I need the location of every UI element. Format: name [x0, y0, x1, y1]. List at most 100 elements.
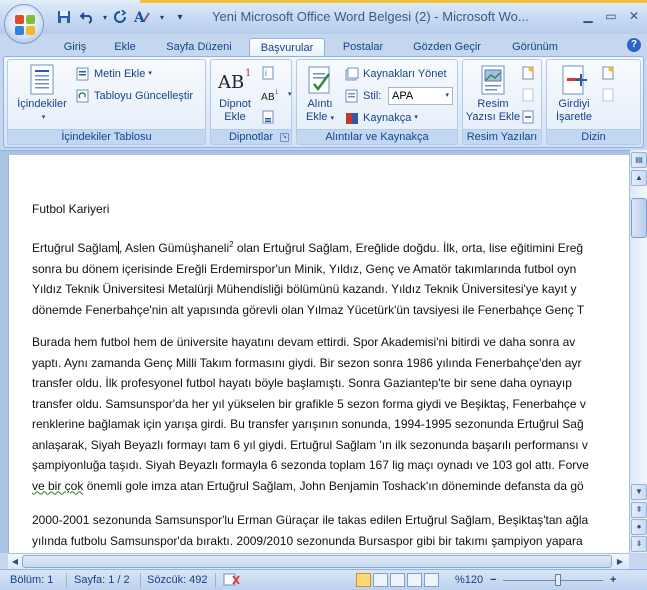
window-title: Yeni Microsoft Office Word Belgesi (2) -…	[212, 9, 529, 24]
tab-mailings[interactable]: Postalar	[333, 38, 393, 56]
group-label-citations: Alıntılar ve Kaynakça	[297, 129, 457, 144]
save-icon[interactable]	[54, 7, 74, 27]
close-icon[interactable]: ✕	[623, 7, 645, 25]
tab-view[interactable]: Görünüm	[500, 38, 570, 56]
ruler-toggle-icon[interactable]: ▤	[631, 152, 647, 168]
spelling-flag[interactable]: ve bir çok	[32, 479, 83, 493]
bibliography-button[interactable]: Kaynakça ▾	[345, 109, 418, 127]
zoom-slider-handle[interactable]	[555, 574, 561, 586]
word-window: ▾ A ▾ ▾ Yeni Microsoft Office Word Belge…	[0, 0, 647, 590]
chevron-down-icon: ▾	[414, 114, 418, 121]
draft-view-icon[interactable]	[424, 573, 439, 587]
toc-icon	[27, 64, 57, 96]
document-heading: Futbol Kariyeri	[32, 202, 110, 216]
tab-references[interactable]: Başvurular	[249, 38, 325, 56]
next-footnote-icon: AB 1	[261, 88, 281, 103]
customize-quick-access-icon[interactable]: ▾	[170, 7, 190, 27]
group-label-footnotes: Dipnotlar	[211, 129, 291, 144]
scroll-down-icon[interactable]: ▼	[631, 484, 647, 500]
citation-style-select[interactable]: APA ▾	[388, 87, 453, 105]
style-icon	[345, 89, 359, 103]
mark-entry-label-2: İşaretle	[555, 111, 593, 123]
zoom-in-button[interactable]: +	[610, 573, 616, 588]
update-table-icon	[76, 89, 90, 103]
print-layout-view-icon[interactable]	[356, 573, 371, 587]
footnote-icon: AB 1	[215, 64, 255, 96]
cross-reference-button[interactable]	[521, 108, 539, 126]
document-page[interactable]: Futbol Kariyeri Ertuğrul Sağlam, Aslen G…	[8, 155, 629, 554]
add-text-button[interactable]: Metin Ekle ▾	[76, 65, 152, 83]
status-page[interactable]: Sayfa: 1 / 2	[74, 573, 130, 588]
add-text-icon	[76, 67, 90, 81]
tab-home[interactable]: Giriş	[55, 38, 95, 56]
svg-text:1: 1	[275, 90, 279, 96]
zoom-slider[interactable]	[503, 580, 603, 581]
vertical-scrollbar[interactable]: ▤ ▲ ▼ ⇞ ● ⇟	[629, 150, 647, 553]
redo-icon[interactable]	[110, 7, 130, 27]
show-notes-icon	[261, 110, 275, 124]
insert-citation-button[interactable]: Alıntı Ekle ▾	[299, 64, 341, 125]
citation-style-value: APA	[392, 90, 414, 102]
insert-caption-label-1: Resim	[477, 98, 509, 110]
text-line: yılında futbolu Samsunspor'da bıraktı. 2…	[32, 533, 583, 548]
web-layout-view-icon[interactable]	[390, 573, 405, 587]
chevron-down-icon: ▾	[288, 91, 292, 98]
outline-view-icon[interactable]	[407, 573, 422, 587]
mark-entry-button[interactable]: Girdiyi İşaretle	[549, 64, 599, 124]
text-line: anlaşarak, Siyah Beyazlı formayı tam 6 y…	[32, 437, 588, 452]
format-dropdown-icon[interactable]: ▾	[152, 7, 172, 27]
horizontal-scroll-thumb[interactable]	[22, 555, 612, 568]
tab-page-layout[interactable]: Sayfa Düzeni	[157, 38, 241, 56]
full-screen-reading-view-icon[interactable]	[373, 573, 388, 587]
update-index-button[interactable]	[601, 86, 619, 104]
endnote-icon: i	[261, 66, 275, 80]
next-footnote-button[interactable]: AB 1 ▾	[261, 86, 292, 104]
scroll-right-icon[interactable]: ▶	[614, 555, 626, 568]
zoom-out-button[interactable]: −	[490, 573, 496, 588]
insert-index-button[interactable]	[601, 64, 619, 82]
paragraph-3: 2000-2001 sezonunda Samsunspor'lu Erman …	[32, 510, 588, 551]
zoom-level[interactable]: %120	[455, 573, 483, 588]
group-index: Girdiyi İşaretle Dizin	[546, 59, 641, 145]
vertical-scroll-thumb[interactable]	[631, 198, 647, 238]
show-notes-button[interactable]	[261, 108, 279, 126]
text-line: transfer oldu. İlk profesyonel futbol ha…	[32, 376, 572, 390]
previous-page-icon[interactable]: ⇞	[631, 502, 647, 518]
group-table-of-contents: İçindekiler ▾ Metin Ekle ▾ Tabloyu Güncel…	[7, 59, 206, 145]
caption-icon	[478, 64, 508, 96]
scroll-up-icon[interactable]: ▲	[631, 170, 647, 186]
status-section[interactable]: Bölüm: 1	[10, 573, 53, 588]
group-label-toc: İçindekiler Tablosu	[8, 129, 205, 144]
insert-endnote-button[interactable]: i	[261, 64, 279, 82]
office-button[interactable]	[4, 4, 44, 44]
proofing-icon[interactable]	[223, 573, 241, 588]
text-format-icon[interactable]: A	[132, 7, 152, 27]
ribbon-panel: İçindekiler ▾ Metin Ekle ▾ Tabloyu Güncel…	[3, 56, 644, 148]
next-page-icon[interactable]: ⇟	[631, 536, 647, 552]
insert-index-icon	[601, 66, 615, 80]
group-citations: Alıntı Ekle ▾ Kaynakları Yönet Stil: APA …	[296, 59, 458, 145]
document-area: Futbol Kariyeri Ertuğrul Sağlam, Aslen G…	[0, 150, 629, 554]
toc-button[interactable]: İçindekiler ▾	[12, 64, 72, 124]
horizontal-scrollbar[interactable]: ◀ ▶	[8, 553, 629, 569]
dialog-launcher-icon[interactable]: ↘	[280, 133, 289, 142]
tab-review[interactable]: Gözden Geçir	[406, 38, 488, 56]
group-footnotes: AB 1 Dipnot Ekle i AB 1 ▾ Dipnotlar ↘	[210, 59, 292, 145]
minimize-icon[interactable]: ▁	[577, 7, 599, 25]
browse-object-icon[interactable]: ●	[631, 519, 647, 535]
table-of-figures-icon	[521, 66, 535, 80]
title-bar: ▾ A ▾ ▾ Yeni Microsoft Office Word Belge…	[0, 0, 647, 34]
paragraph-1: Ertuğrul Sağlam, Aslen Gümüşhaneli2 olan…	[32, 235, 584, 320]
manage-sources-button[interactable]: Kaynakları Yönet	[345, 65, 447, 83]
help-icon[interactable]: ?	[627, 38, 641, 52]
restore-icon[interactable]: ▭	[600, 7, 622, 25]
insert-caption-button[interactable]: Resim Yazısı Ekle	[465, 64, 521, 124]
update-table-button[interactable]: Tabloyu Güncelleştir	[76, 87, 193, 105]
scroll-left-icon[interactable]: ◀	[9, 555, 21, 568]
tab-insert[interactable]: Ekle	[105, 38, 145, 56]
insert-table-of-figures-button[interactable]	[521, 64, 539, 82]
update-figures-button[interactable]	[521, 86, 539, 104]
status-word-count[interactable]: Sözcük: 492	[147, 573, 208, 588]
insert-footnote-button[interactable]: AB 1 Dipnot Ekle	[213, 64, 257, 124]
text-line: 2000-2001 sezonunda Samsunspor'lu Erman …	[32, 513, 589, 527]
